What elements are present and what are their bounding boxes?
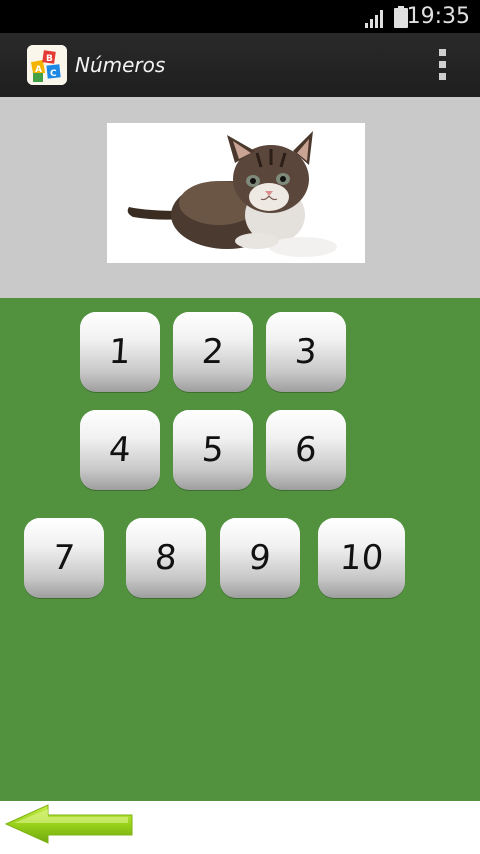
number-button-1[interactable]: 1 bbox=[80, 312, 160, 392]
number-button-7[interactable]: 7 bbox=[24, 518, 104, 598]
status-bar: 19:35 bbox=[0, 0, 480, 33]
kitten-image bbox=[107, 123, 365, 263]
app-title: Números bbox=[75, 53, 166, 77]
number-label: 5 bbox=[200, 430, 226, 470]
number-label: 3 bbox=[293, 332, 319, 372]
number-label: 6 bbox=[293, 430, 319, 470]
number-label: 10 bbox=[338, 538, 385, 578]
svg-text:B: B bbox=[46, 54, 53, 64]
svg-text:A: A bbox=[35, 65, 42, 75]
bottom-bar bbox=[0, 801, 480, 854]
number-button-6[interactable]: 6 bbox=[266, 410, 346, 490]
number-label: 8 bbox=[153, 538, 179, 578]
signal-icon bbox=[365, 10, 383, 28]
number-label: 1 bbox=[107, 332, 133, 372]
overflow-menu-icon[interactable] bbox=[430, 47, 456, 83]
number-button-5[interactable]: 5 bbox=[173, 410, 253, 490]
kitten-icon bbox=[127, 131, 337, 257]
number-button-10[interactable]: 10 bbox=[318, 518, 405, 598]
number-button-2[interactable]: 2 bbox=[173, 312, 253, 392]
number-button-4[interactable]: 4 bbox=[80, 410, 160, 490]
number-button-8[interactable]: 8 bbox=[126, 518, 206, 598]
number-keypad: 1 2 3 4 5 6 7 8 9 10 bbox=[0, 298, 480, 801]
number-button-3[interactable]: 3 bbox=[266, 312, 346, 392]
number-label: 4 bbox=[107, 430, 133, 470]
number-button-9[interactable]: 9 bbox=[220, 518, 300, 598]
number-label: 7 bbox=[51, 538, 77, 578]
status-time: 19:35 bbox=[406, 4, 470, 29]
screen: 19:35 A B C Números 1 2 3 4 5 6 7 8 9 10 bbox=[0, 0, 480, 854]
number-label: 2 bbox=[200, 332, 226, 372]
image-panel bbox=[0, 97, 480, 298]
number-label: 9 bbox=[247, 538, 273, 578]
abc-blocks-app-icon[interactable]: A B C bbox=[27, 45, 67, 85]
action-bar: A B C Números bbox=[0, 33, 480, 98]
svg-text:C: C bbox=[50, 69, 57, 79]
back-arrow-icon[interactable] bbox=[2, 803, 136, 845]
